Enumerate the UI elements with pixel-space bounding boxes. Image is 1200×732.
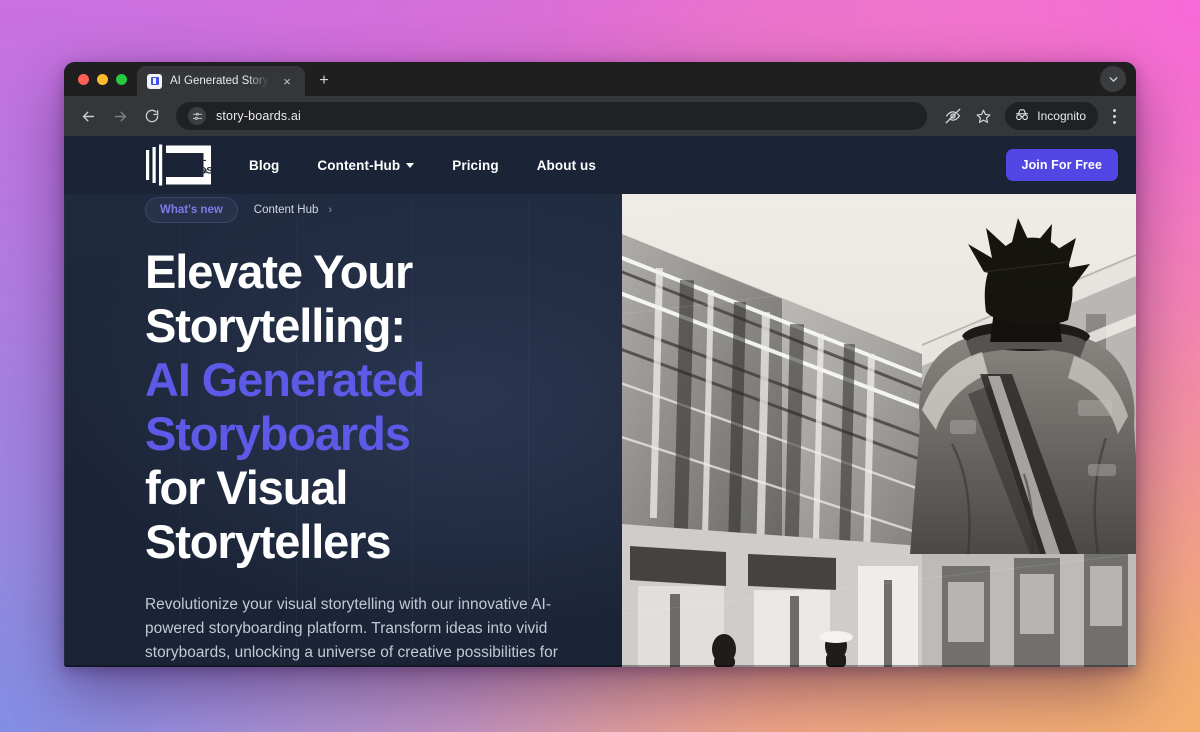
browser-toolbar: story-boards.ai Incognito [64, 96, 1136, 136]
address-bar[interactable]: story-boards.ai [176, 102, 928, 130]
storyboards-logo-icon: STORY- BOARDS .AI [146, 144, 213, 186]
nav-item-pricing-label: Pricing [452, 157, 499, 173]
nav-item-about-us-label: About us [536, 157, 596, 173]
join-for-free-button[interactable]: Join For Free [1005, 149, 1118, 181]
tabstrip-right-controls [1100, 62, 1136, 96]
headline-line-1: Elevate Your [145, 245, 413, 298]
headline-line-3: for Visual [145, 461, 348, 514]
svg-text:.AI: .AI [201, 170, 208, 176]
close-window-button[interactable] [78, 73, 89, 85]
nav-item-pricing[interactable]: Pricing [452, 158, 498, 173]
hero-badge-row: What's new Content Hub › [145, 194, 622, 223]
hero-section: What's new Content Hub › Elevate Your St… [64, 194, 1136, 667]
nav-item-about-us[interactable]: About us [537, 158, 596, 173]
incognito-label: Incognito [1037, 109, 1086, 123]
nav-item-content-hub-label: Content-Hub [317, 157, 401, 173]
nav-item-blog-label: Blog [249, 157, 280, 173]
hero-subcopy: Revolutionize your visual storytelling w… [145, 596, 558, 661]
incognito-icon [1014, 108, 1030, 125]
tab-title: AI Generated Storyboards For [170, 75, 269, 87]
content-hub-link[interactable]: Content Hub › [254, 204, 332, 216]
hero-storyboard-image [622, 194, 1136, 667]
maximize-window-button[interactable] [116, 73, 127, 85]
chevron-right-icon: › [328, 204, 333, 216]
toolbar-right-controls: Incognito [939, 102, 1126, 130]
tune-icon[interactable] [188, 107, 206, 125]
hero-copy-column: What's new Content Hub › Elevate Your St… [64, 194, 622, 667]
reload-icon[interactable] [138, 102, 166, 130]
nav-item-blog[interactable]: Blog [249, 158, 279, 173]
headline-line-4: Storytellers [145, 515, 392, 568]
forward-arrow-icon[interactable] [106, 102, 134, 130]
new-tab-button[interactable]: + [314, 71, 334, 91]
eye-off-icon[interactable] [939, 102, 967, 130]
hero-headline: Elevate Your Storytelling: AI Generated … [145, 245, 622, 569]
svg-text:STORY-: STORY- [173, 154, 206, 165]
site-navbar: STORY- BOARDS .AI Blog Content-Hub Prici… [64, 136, 1136, 194]
headline-accent-1: AI Generated [145, 353, 425, 406]
window-traffic-lights [74, 62, 137, 96]
site-nav-links: Blog Content-Hub Pricing About us [249, 158, 596, 173]
star-icon[interactable] [969, 102, 997, 130]
minimize-window-button[interactable] [97, 73, 108, 85]
tab-strip: AI Generated Storyboards For × + [64, 62, 1136, 96]
browser-window: AI Generated Storyboards For × + [64, 62, 1136, 667]
site-logo[interactable]: STORY- BOARDS .AI [145, 144, 213, 186]
back-arrow-icon[interactable] [74, 102, 102, 130]
tab-favicon-icon [147, 73, 162, 89]
headline-accent-2: Storyboards [145, 407, 411, 460]
browser-tab[interactable]: AI Generated Storyboards For × [137, 66, 305, 96]
three-dot-menu-icon[interactable] [1102, 102, 1126, 130]
close-tab-icon[interactable]: × [277, 71, 297, 91]
desktop-background: AI Generated Storyboards For × + [0, 0, 1200, 732]
page-viewport: STORY- BOARDS .AI Blog Content-Hub Prici… [64, 136, 1136, 667]
whats-new-badge[interactable]: What's new [145, 197, 238, 223]
chevron-down-icon[interactable] [1100, 66, 1126, 92]
nav-item-content-hub[interactable]: Content-Hub [317, 157, 415, 173]
chevron-down-icon [406, 162, 415, 168]
headline-line-2: Storytelling: [145, 299, 406, 352]
url-text: story-boards.ai [216, 109, 301, 123]
content-hub-link-label: Content Hub [253, 204, 319, 216]
storyboard-sketch-illustration [622, 194, 1136, 667]
incognito-profile-button[interactable]: Incognito [1005, 102, 1098, 130]
